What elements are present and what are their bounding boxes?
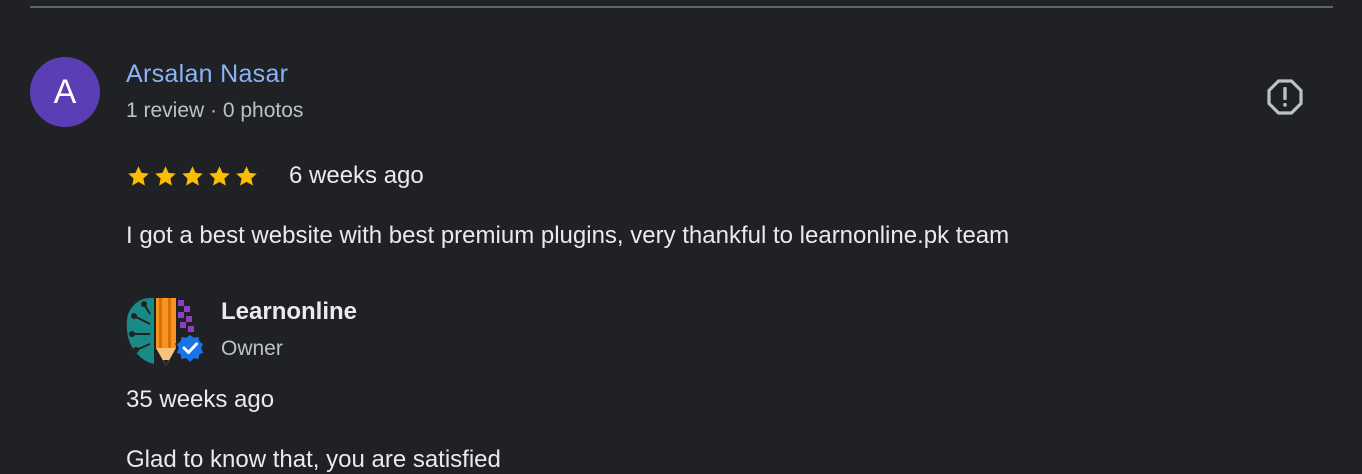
verified-badge-icon [175, 333, 205, 365]
reviewer-name-link[interactable]: Arsalan Nasar [126, 60, 288, 89]
reviewer-stats: 1 review · 0 photos [126, 99, 304, 122]
owner-logo-icon [126, 298, 205, 366]
owner-role-label: Owner [221, 337, 283, 360]
star-icon [128, 166, 149, 186]
star-icon [209, 166, 230, 186]
review-text: I got a best website with best premium p… [126, 222, 1010, 249]
reviewer-avatar[interactable]: A [30, 57, 100, 127]
section-divider [30, 6, 1333, 8]
star-icon [182, 166, 203, 186]
star-icon [236, 166, 257, 186]
reply-time: 35 weeks ago [126, 386, 275, 413]
reply-text: Glad to know that, you are satisfied [126, 446, 501, 473]
star-icon [155, 166, 176, 186]
review-time: 6 weeks ago [289, 162, 424, 189]
star-rating [126, 164, 259, 189]
report-flag-icon[interactable] [1266, 78, 1304, 116]
owner-name: Learnonline [221, 298, 358, 325]
